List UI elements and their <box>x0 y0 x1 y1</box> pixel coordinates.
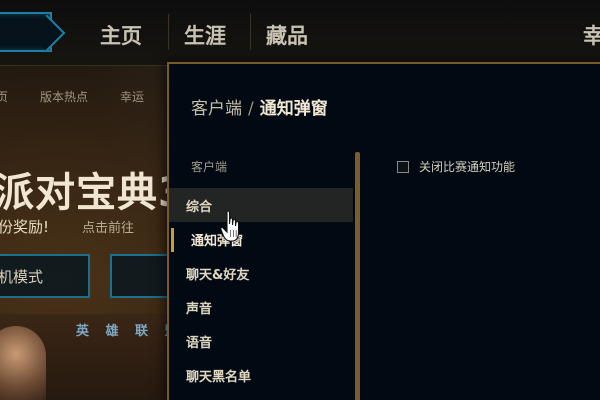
mode-button[interactable]: 机模式 <box>0 254 90 298</box>
sidebar-section-client: 客户端 <box>191 160 228 174</box>
sidebar-item-block-list[interactable]: 聊天黑名单 <box>169 358 353 392</box>
settings-content: 关闭比赛通知功能 <box>397 158 515 175</box>
nav-more[interactable]: 幸 <box>583 20 600 50</box>
secondary-mode-button[interactable] <box>110 254 170 298</box>
sidebar-item-notifications[interactable]: 通知弹窗 <box>169 222 353 256</box>
hand-pointer-icon <box>220 210 240 242</box>
champion-portrait <box>0 326 46 400</box>
top-navigation: 主页 生涯 藏品 幸 <box>0 0 600 66</box>
checkbox-unchecked-icon[interactable] <box>397 160 409 173</box>
subnav-item-patch-highlights[interactable]: 版本热点 <box>40 88 88 105</box>
breadcrumb-separator: / <box>248 99 254 119</box>
sidebar-item-label: 聊天黑名单 <box>186 370 252 385</box>
settings-sidebar: 客户端 综合 通知弹窗 聊天&好友 声音 语音 聊天黑名单 <box>169 150 355 400</box>
hero-subtitle: 份奖励! <box>0 218 50 236</box>
checkbox-label: 关闭比赛通知功能 <box>419 160 516 174</box>
sidebar-scrollbar[interactable] <box>355 152 360 400</box>
breadcrumb-parent[interactable]: 客户端 <box>191 99 242 119</box>
subnav-item-home[interactable]: 页 <box>0 88 8 105</box>
sidebar-item-label: 声音 <box>186 302 213 317</box>
nav-home[interactable]: 主页 <box>100 20 142 50</box>
sidebar-item-general[interactable]: 综合 <box>169 188 353 222</box>
nav-divider <box>168 14 169 50</box>
sidebar-item-label: 综合 <box>186 200 213 215</box>
sidebar-item-label: 聊天&好友 <box>186 268 250 283</box>
breadcrumb: 客户端 / 通知弹窗 <box>191 94 328 119</box>
nav-collection[interactable]: 藏品 <box>266 20 308 50</box>
active-indicator <box>171 228 174 252</box>
nav-divider <box>250 14 251 50</box>
disable-match-notifications-option[interactable]: 关闭比赛通知功能 <box>397 158 515 175</box>
sidebar-item-chat-friends[interactable]: 聊天&好友 <box>169 256 353 290</box>
hero-title: 派对宝典3 <box>0 170 187 216</box>
breadcrumb-current: 通知弹窗 <box>259 99 328 119</box>
nav-career[interactable]: 生涯 <box>184 20 226 50</box>
mode-button-label: 机模式 <box>0 268 44 286</box>
sidebar-item-voice[interactable]: 语音 <box>169 324 353 358</box>
sidebar-item-label: 语音 <box>186 336 213 351</box>
sidebar-item-sound[interactable]: 声音 <box>169 290 353 324</box>
subnav-item-lucky[interactable]: 幸运 <box>120 88 144 105</box>
hero-link[interactable]: 点击前往 <box>82 217 134 236</box>
play-button[interactable] <box>0 12 52 52</box>
